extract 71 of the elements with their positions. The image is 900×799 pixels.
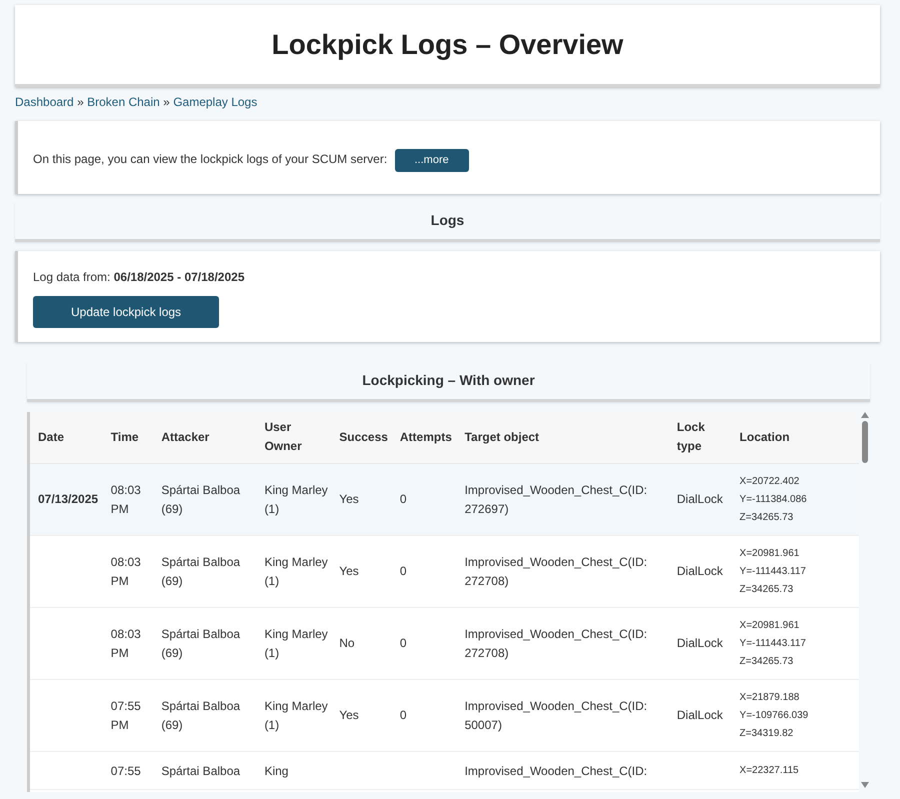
table-cell: King Marley (1) [264,482,328,516]
column-header: Attacker [153,412,256,464]
table-cell: Yes [339,564,359,578]
column-header: Location [732,412,859,464]
table-cell: 08:03 PM [110,482,141,516]
table-cell: Yes [339,708,359,722]
page-title: Lockpick Logs – Overview [272,28,624,62]
scroll-up-arrow-icon[interactable] [861,412,869,418]
table-cell: Improvised_Wooden_Chest_C(ID: 272697) [464,482,648,516]
table-cell: 0 [400,564,407,578]
table-cell: DialLock [676,708,723,722]
table-cell: 08:03 PM [110,626,141,660]
table-cell: Spártai Balboa (69) [161,626,240,660]
scroll-down-arrow-icon[interactable] [861,782,869,788]
table-cell: King Marley (1) [264,554,328,588]
scrollbar-thumb[interactable] [862,420,868,462]
breadcrumb-link[interactable]: Gameplay Logs [173,95,258,109]
table-cell: Spártai Balboa [161,764,240,778]
breadcrumb-link[interactable]: Dashboard [15,95,74,109]
table-cell: DialLock [676,492,723,506]
location-line: X=20981.961 [740,546,800,560]
table-cell: Spártai Balboa (69) [161,698,240,732]
location-line: X=21879.188 [740,690,800,704]
table-cell: 0 [400,492,407,506]
location-line: Y=-109766.039 [740,708,810,722]
breadcrumb-separator: » [77,95,84,109]
location-line: Z=34319.82 [740,726,794,740]
table-cell: 07:55 PM [110,698,141,732]
table-cell: King Marley (1) [264,626,328,660]
update-logs-button[interactable]: Update lockpick logs [33,296,220,328]
location-line: Z=34265.73 [740,654,794,668]
column-header: Time [102,412,154,464]
column-header: Date [30,412,103,464]
table-cell: Improvised_Wooden_Chest_C(ID: 272708) [464,554,648,588]
table-cell: 07:55 [110,764,141,778]
location-line: X=20722.402 [740,474,800,488]
table-row[interactable]: 07:55 Spártai Balboa King Improvised_Wooden_Chest_C(ID: X=22327.115 [30,752,859,790]
table-cell: 08:03 PM [110,554,141,588]
table-cell: Spártai Balboa (69) [161,482,240,516]
logs-header: Logs [15,202,880,242]
breadcrumb-separator: » [163,95,170,109]
info-text: On this page, you can view the lockpick logs of your SCUM server: [33,152,388,166]
column-header: Target object [456,412,669,464]
table-cell: DialLock [676,564,723,578]
column-header: Lock type [668,412,732,464]
location-line: Y=-111443.117 [740,636,807,650]
table-cell: 0 [400,636,407,650]
table-cell: DialLock [676,636,723,650]
table-cell: Yes [339,492,359,506]
table-cell: Improvised_Wooden_Chest_C(ID: 50007) [464,698,648,732]
location-line: Y=-111384.086 [740,492,808,506]
column-header: User Owner [256,412,332,464]
log-range-text: Log data from: 06/18/2025 - 07/18/2025 [33,268,246,286]
table-cell: Spártai Balboa (69) [161,554,240,588]
table-cell: 0 [400,708,407,722]
column-header: Attempts [392,412,457,464]
location-line: X=20981.961 [740,618,800,632]
location-line: X=22327.115 [740,764,800,778]
location-line: Z=34265.73 [740,510,794,524]
table-cell: Improvised_Wooden_Chest_C(ID: 272708) [464,626,648,660]
table-cell: No [339,636,355,650]
table-cell: 07/13/2025 [38,492,98,506]
column-header: Success [331,412,392,464]
location-line: Y=-111443.117 [740,564,807,578]
breadcrumb-link[interactable]: Broken Chain [87,95,160,109]
table-cell: King [264,764,288,778]
location-line: Z=34265.73 [740,582,794,596]
table-cell: King Marley (1) [264,698,328,732]
more-button[interactable]: ...more [394,149,469,172]
table-cell: Improvised_Wooden_Chest_C(ID: [464,764,648,778]
section-header: Lockpicking – With owner [27,362,870,402]
